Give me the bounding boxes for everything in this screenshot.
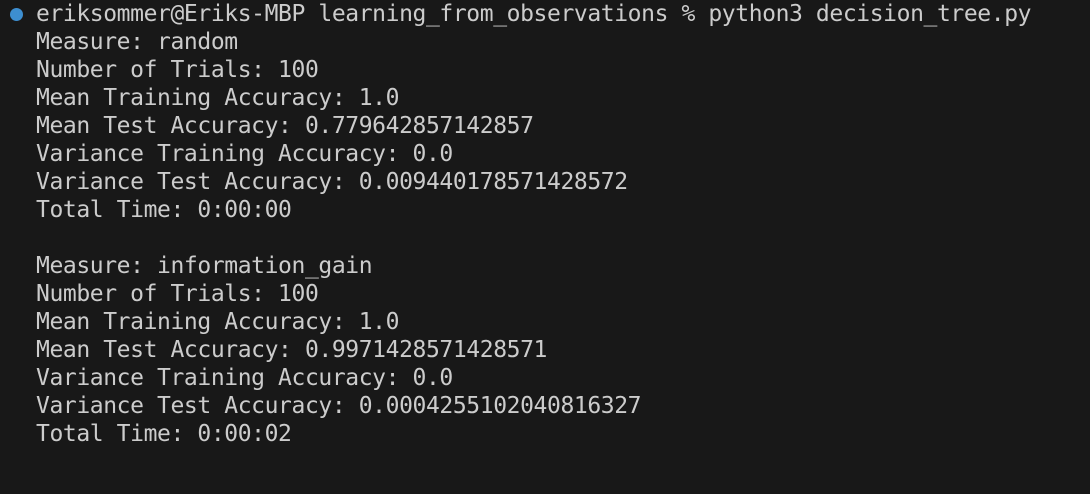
output-line: Variance Test Accuracy: 0.00944017857142… xyxy=(36,169,628,195)
output-line: Variance Training Accuracy: 0.0 xyxy=(36,365,453,391)
output-line: Variance Training Accuracy: 0.0 xyxy=(36,141,453,167)
output-line: Total Time: 0:00:02 xyxy=(36,421,292,447)
output-line: Measure: information_gain xyxy=(36,253,373,279)
output-line: Number of Trials: 100 xyxy=(36,281,319,307)
output-line: Measure: random xyxy=(36,29,238,55)
output-line: Mean Test Accuracy: 0.779642857142857 xyxy=(36,113,534,139)
command-status-dot-icon[interactable] xyxy=(10,8,23,21)
output-line: Total Time: 0:00:00 xyxy=(36,197,292,223)
output-line: Mean Test Accuracy: 0.9971428571428571 xyxy=(36,337,547,363)
output-line: Mean Training Accuracy: 1.0 xyxy=(36,309,400,335)
command-prompt-line: eriksommer@Eriks-MBP learning_from_obser… xyxy=(36,1,1032,27)
terminal-panel[interactable]: eriksommer@Eriks-MBP learning_from_obser… xyxy=(0,0,1090,448)
output-line: Mean Training Accuracy: 1.0 xyxy=(36,85,400,111)
output-line: Variance Test Accuracy: 0.00042551020408… xyxy=(36,393,642,419)
output-line: Number of Trials: 100 xyxy=(36,57,319,83)
